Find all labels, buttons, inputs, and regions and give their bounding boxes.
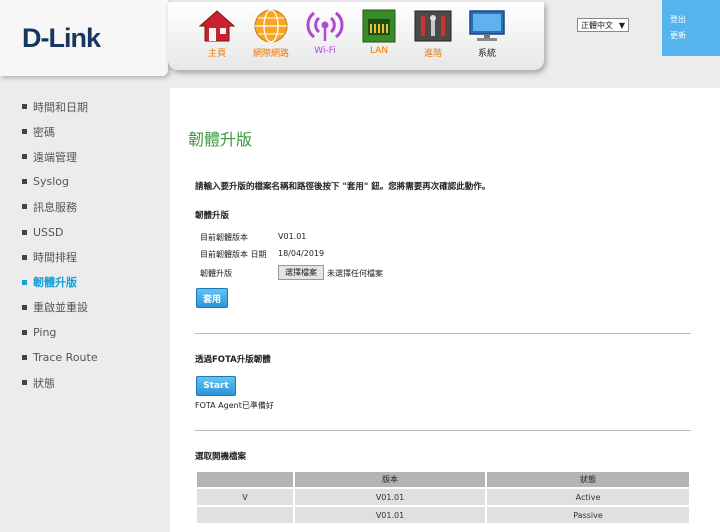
bullet-icon — [22, 229, 27, 235]
update-link[interactable]: 更新 — [670, 28, 720, 44]
sidebar-item-label: 訊息服務 — [33, 200, 77, 214]
bullet-icon — [22, 254, 27, 260]
current-version-label: 目前韌體版本 — [200, 233, 248, 242]
nav-wifi[interactable]: Wi-Fi — [298, 2, 352, 70]
house-icon — [198, 10, 236, 42]
boot-file-table: 版本 狀態 V V01.01 Active V01.01 Passive — [195, 470, 691, 525]
monitor-icon — [469, 10, 505, 41]
bullet-icon — [22, 204, 27, 210]
table-cell — [197, 507, 293, 523]
instruction-text: 請輸入要升版的檔案名稱和路徑後按下 "套用" 鈕。您將需要再次確認此動作。 — [195, 182, 491, 192]
sidebar-item-label: 狀態 — [33, 376, 55, 390]
fota-start-button[interactable]: Start — [196, 376, 236, 396]
fota-section-title: 透過FOTA升版韌體 — [195, 355, 271, 365]
page-title: 韌體升版 — [188, 130, 253, 149]
nav-internet[interactable]: 網際網路 — [244, 2, 298, 70]
sidebar-item-messaging[interactable]: 訊息服務 — [22, 194, 162, 219]
sidebar-item-time-date[interactable]: 時間和日期 — [22, 94, 162, 119]
table-cell: Passive — [487, 507, 689, 523]
sidebar-item-firmware-upgrade[interactable]: 韌體升版 — [22, 270, 162, 295]
sidebar-item-label: 韌體升版 — [33, 276, 77, 290]
top-nav: 主頁 網際網路 Wi-Fi LAN 進階 系統 — [168, 2, 544, 70]
table-header-row: 版本 狀態 — [197, 472, 689, 487]
bullet-icon — [22, 179, 27, 185]
column-header: 版本 — [295, 472, 485, 487]
nav-advanced[interactable]: 進階 — [406, 2, 460, 70]
choose-file-button[interactable]: 選擇檔案 — [278, 265, 324, 280]
globe-icon — [254, 9, 288, 43]
bullet-icon — [22, 304, 27, 310]
nav-system-label: 系統 — [477, 49, 496, 59]
no-file-text: 未選擇任何檔案 — [327, 269, 383, 278]
sidebar-item-password[interactable]: 密碼 — [22, 119, 162, 144]
table-row[interactable]: V V01.01 Active — [197, 489, 689, 505]
lan-icon — [362, 9, 396, 43]
tools-icon — [414, 10, 452, 42]
sidebar-item-label: USSD — [33, 225, 64, 239]
table-row[interactable]: V01.01 Passive — [197, 507, 689, 523]
sidebar-item-ping[interactable]: Ping — [22, 320, 162, 345]
chevron-down-icon: ▼ — [618, 20, 625, 30]
current-date-label: 目前韌體版本 日期 — [200, 250, 267, 259]
table-cell: V01.01 — [295, 489, 485, 505]
sidebar-item-syslog[interactable]: Syslog — [22, 169, 162, 194]
sidebar-item-label: 密碼 — [33, 125, 55, 139]
boot-section-title: 選取開機檔案 — [195, 452, 247, 462]
sidebar-item-label: 時間和日期 — [33, 100, 88, 114]
sidebar-item-label: Syslog — [33, 175, 69, 189]
bullet-icon — [22, 154, 27, 160]
firmware-section-title: 韌體升版 — [195, 211, 230, 221]
sidebar: 時間和日期 密碼 遠端管理 Syslog 訊息服務 USSD 時間排程 韌體升版… — [22, 94, 162, 395]
sidebar-item-label: 遠端管理 — [33, 150, 77, 164]
sidebar-item-label: 重啟並重設 — [33, 301, 88, 315]
sidebar-item-label: 時間排程 — [33, 251, 77, 265]
sidebar-item-status[interactable]: 狀態 — [22, 370, 162, 395]
nav-wifi-label: Wi-Fi — [314, 46, 336, 56]
wifi-icon — [306, 11, 344, 41]
bullet-icon — [22, 279, 27, 285]
header: D-Link 主頁 網際網路 Wi-Fi LAN 進階 系統 正體中文 ▼ 登出… — [0, 0, 720, 80]
bullet-icon — [22, 354, 27, 360]
language-select[interactable]: 正體中文 ▼ — [577, 18, 629, 32]
table-cell: Active — [487, 489, 689, 505]
current-version-value: V01.01 — [278, 232, 307, 241]
sidebar-item-trace-route[interactable]: Trace Route — [22, 345, 162, 370]
logo-area: D-Link — [0, 0, 168, 76]
sidebar-item-remote-management[interactable]: 遠端管理 — [22, 144, 162, 169]
apply-button[interactable]: 套用 — [196, 288, 228, 308]
upgrade-label: 韌體升版 — [200, 269, 232, 278]
nav-lan-label: LAN — [369, 46, 389, 56]
column-header: 狀態 — [487, 472, 689, 487]
bullet-icon — [22, 380, 27, 386]
nav-home[interactable]: 主頁 — [190, 2, 244, 70]
fota-status-text: FOTA Agent已準備好 — [195, 401, 274, 410]
logout-link[interactable]: 登出 — [670, 12, 720, 28]
sidebar-item-schedule[interactable]: 時間排程 — [22, 245, 162, 270]
current-date-value: 18/04/2019 — [278, 249, 325, 258]
section-divider — [195, 430, 691, 431]
bullet-icon — [22, 129, 27, 135]
nav-home-label: 主頁 — [207, 49, 226, 59]
language-selected: 正體中文 — [581, 20, 613, 30]
bullet-icon — [22, 104, 27, 110]
sidebar-item-ussd[interactable]: USSD — [22, 219, 162, 244]
section-divider — [195, 333, 691, 334]
nav-advanced-label: 進階 — [423, 49, 442, 59]
table-cell: V01.01 — [295, 507, 485, 523]
column-header — [197, 472, 293, 487]
sidebar-item-reboot-reset[interactable]: 重啟並重設 — [22, 295, 162, 320]
nav-lan[interactable]: LAN — [352, 2, 406, 70]
sidebar-item-label: Ping — [33, 325, 57, 339]
account-panel: 登出 更新 — [662, 0, 720, 56]
table-cell: V — [197, 489, 293, 505]
main-panel: 韌體升版 請輸入要升版的檔案名稱和路徑後按下 "套用" 鈕。您將需要再次確認此動… — [170, 88, 720, 532]
nav-system[interactable]: 系統 — [460, 2, 514, 70]
nav-internet-label: 網際網路 — [252, 49, 289, 59]
sidebar-item-label: Trace Route — [33, 350, 98, 364]
dlink-logo: D-Link — [22, 22, 101, 53]
bullet-icon — [22, 329, 27, 335]
